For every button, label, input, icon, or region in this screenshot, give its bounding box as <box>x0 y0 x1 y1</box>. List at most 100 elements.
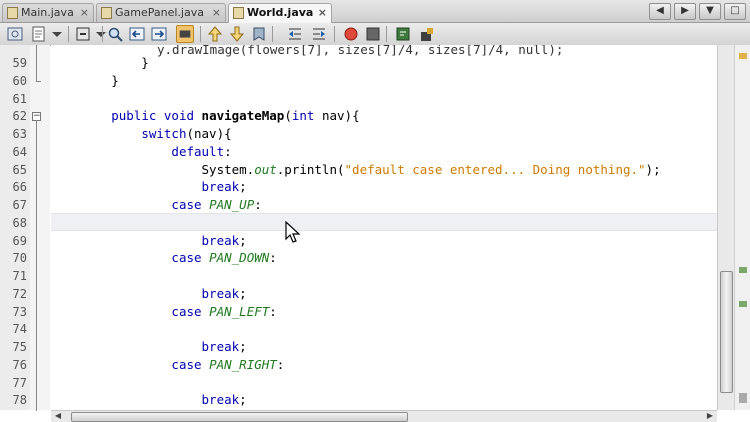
line-number[interactable]: 62 <box>0 107 27 125</box>
code-line[interactable]: switch(nav){ <box>51 125 717 143</box>
horizontal-scrollbar[interactable]: ◀ ▶ <box>51 410 717 422</box>
line-number[interactable]: 66 <box>0 178 27 196</box>
tab-world-java[interactable]: World.java × <box>228 3 332 23</box>
code-line[interactable]: case PAN_UP: <box>51 196 717 214</box>
token-fld: out <box>254 161 277 177</box>
toolbar-separator <box>272 26 273 42</box>
dropdown-icon[interactable] <box>48 25 66 43</box>
vertical-scroll-thumb[interactable] <box>720 271 733 393</box>
code-line[interactable]: case PAN_LEFT: <box>51 303 717 321</box>
token-bold: navigateMap <box>201 108 285 124</box>
line-number[interactable]: 63 <box>0 125 27 143</box>
uncomment-icon[interactable] <box>418 25 436 43</box>
history-icon[interactable] <box>6 25 24 43</box>
code-line[interactable]: case PAN_DOWN: <box>51 249 717 267</box>
code-line[interactable]: break; <box>51 338 717 356</box>
token-str: "default case entered... Doing nothing." <box>344 161 646 177</box>
line-number[interactable]: 77 <box>0 374 27 392</box>
code-line[interactable] <box>51 320 717 338</box>
annotation-marker[interactable] <box>739 301 747 307</box>
token-kw: public <box>111 108 157 124</box>
annotation-marker[interactable] <box>739 267 747 273</box>
token: : <box>269 303 277 319</box>
token: ; <box>239 285 247 301</box>
toggle-bookmark-icon[interactable] <box>250 25 268 43</box>
token: : <box>254 197 262 212</box>
line-number[interactable]: 68 <box>0 214 27 232</box>
vertical-scrollbar[interactable] <box>717 45 734 410</box>
tab-label: World.java <box>247 6 314 19</box>
line-number[interactable]: 65 <box>0 161 27 179</box>
token: : <box>224 143 232 159</box>
warning-marker[interactable] <box>739 53 747 59</box>
code-line[interactable] <box>51 374 717 392</box>
find-icon[interactable] <box>106 25 124 43</box>
java-file-icon <box>101 7 112 19</box>
close-tab-icon[interactable]: × <box>318 4 327 22</box>
shift-right-icon[interactable] <box>310 25 328 43</box>
code-line[interactable]: break; <box>51 391 717 409</box>
fold-line <box>36 45 37 81</box>
position-marker[interactable] <box>739 393 747 403</box>
token: ( <box>284 108 292 124</box>
tab-main-java[interactable]: Main.java × <box>2 3 94 22</box>
token: } <box>51 72 119 88</box>
line-number[interactable]: 76 <box>0 356 27 374</box>
close-tab-icon[interactable]: × <box>80 4 89 22</box>
code-line[interactable]: } <box>51 54 717 72</box>
close-tab-icon[interactable]: × <box>212 4 221 22</box>
scroll-right-icon[interactable]: ▶ <box>705 411 715 421</box>
code-line[interactable] <box>51 90 717 108</box>
code-line[interactable]: break; <box>51 285 717 303</box>
code-line[interactable]: default: <box>51 143 717 161</box>
code-line[interactable]: } <box>51 72 717 90</box>
code-line[interactable] <box>51 214 717 232</box>
stop-macro-icon[interactable] <box>364 25 382 43</box>
tab-gamepanel-java[interactable]: GamePanel.java × <box>96 3 226 22</box>
line-number[interactable]: 69 <box>0 232 27 250</box>
code-line[interactable] <box>51 267 717 285</box>
find-previous-icon[interactable] <box>128 25 146 43</box>
code-line[interactable]: break; <box>51 178 717 196</box>
collapse-fold-icon[interactable]: − <box>32 112 41 121</box>
start-macro-icon[interactable] <box>342 25 360 43</box>
line-number[interactable]: 73 <box>0 303 27 321</box>
code-line[interactable]: break; <box>51 232 717 250</box>
line-number[interactable]: 78 <box>0 391 27 409</box>
show-opened-documents-icon[interactable]: ▼ <box>699 3 721 20</box>
line-number[interactable]: 59 <box>0 54 27 72</box>
shift-left-icon[interactable] <box>286 25 304 43</box>
code-line[interactable]: case PAN_RIGHT: <box>51 356 717 374</box>
line-number[interactable]: 72 <box>0 285 27 303</box>
source-icon[interactable] <box>30 25 48 43</box>
token: ; <box>239 392 247 408</box>
toggle-highlight-icon[interactable] <box>176 25 194 43</box>
fold-column: − <box>30 45 50 411</box>
next-bookmark-icon[interactable] <box>228 25 246 43</box>
line-number[interactable]: 75 <box>0 338 27 356</box>
maximize-icon[interactable]: □ <box>724 3 746 20</box>
last-edit-icon[interactable] <box>74 25 92 43</box>
line-number[interactable]: 71 <box>0 267 27 285</box>
line-number[interactable]: 67 <box>0 196 27 214</box>
line-number[interactable]: 64 <box>0 143 27 161</box>
code-editor[interactable]: y.drawImage(flowers[7], sizes[7]/4, size… <box>51 45 717 410</box>
token-kw: case <box>171 303 202 319</box>
token: ); <box>645 161 661 177</box>
find-next-icon[interactable] <box>150 25 168 43</box>
comment-icon[interactable] <box>394 25 412 43</box>
code-line[interactable]: System.out.println("default case entered… <box>51 161 717 179</box>
line-number[interactable]: 60 <box>0 72 27 90</box>
line-number[interactable]: 61 <box>0 90 27 108</box>
line-number[interactable]: 74 <box>0 320 27 338</box>
editor-toolbar <box>0 23 750 46</box>
token-cnst: PAN_UP <box>209 197 255 212</box>
scroll-tabs-right-icon[interactable]: ▶ <box>674 3 696 20</box>
prev-bookmark-icon[interactable] <box>206 25 224 43</box>
code-line[interactable]: public void navigateMap(int nav){ <box>51 107 717 125</box>
scroll-left-icon[interactable]: ◀ <box>53 411 63 421</box>
line-number[interactable]: 70 <box>0 249 27 267</box>
scroll-tabs-left-icon[interactable]: ◀ <box>649 3 671 20</box>
